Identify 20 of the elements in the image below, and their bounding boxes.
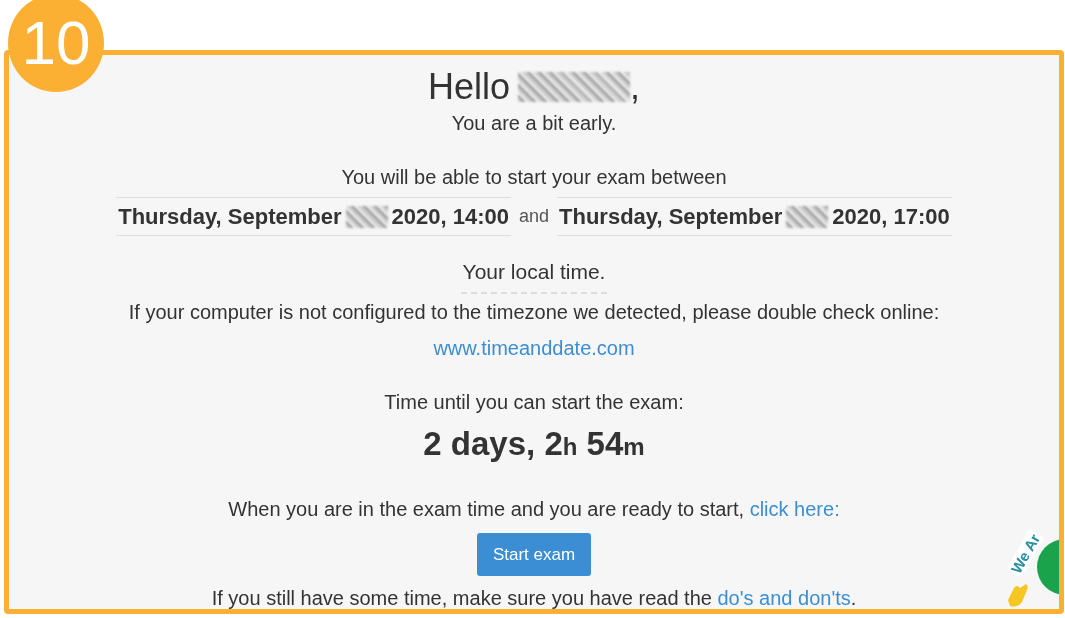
ready-instructions: When you are in the exam time and you are ready to start, click here: (227, 496, 841, 522)
status-message: You are a bit early. (450, 111, 618, 136)
date-text: 2020, 14:00 (391, 203, 509, 231)
greeting-comma: , (630, 65, 641, 109)
countdown-label: Time until you can start the exam: (383, 389, 685, 415)
date-text: 2020, 17:00 (832, 203, 950, 231)
step-number-badge: 10 (8, 0, 104, 92)
date-text: Thursday, September (118, 203, 342, 231)
local-time-note: Your local time. (460, 256, 608, 294)
greeting-text: Hello (427, 65, 510, 109)
date-text: Thursday, September (559, 203, 783, 231)
countdown-value: 2 days, 2h 54m (422, 423, 646, 464)
dos-and-donts-link[interactable]: do's and don'ts (717, 587, 851, 609)
reminder-text: If you still have some time, make sure you have read the do's and don'ts. (211, 586, 857, 609)
click-here-link[interactable]: click here: (749, 497, 840, 520)
start-exam-button[interactable]: Start exam (476, 532, 592, 576)
exam-window-intro: You will be able to start your exam between (340, 165, 728, 190)
and-text: and (518, 205, 549, 228)
timeanddate-link[interactable]: www.timeanddate.com (433, 336, 635, 359)
timezone-notice: If your computer is not configured to the timezone we detected, please double check online: (127, 299, 941, 325)
